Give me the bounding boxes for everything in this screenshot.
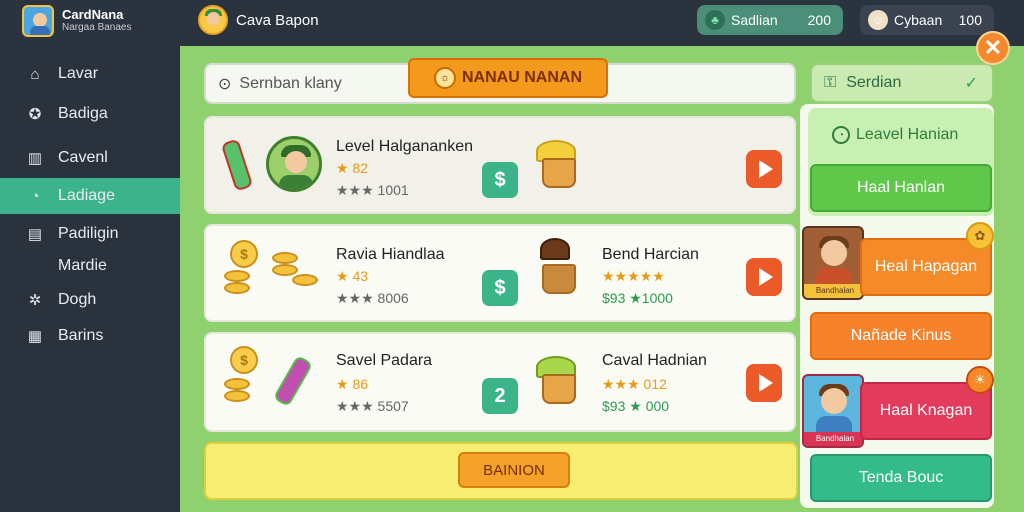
bucket-icon	[542, 374, 576, 404]
level-label: ◔ Leavel Hanian	[832, 126, 958, 144]
search-icon: ⊙	[218, 75, 232, 93]
item-rating-bottom: $93 ★ 000	[602, 398, 670, 414]
ribbon-title: NANAU NANAN	[462, 69, 582, 86]
card-caption: Bandhalan	[804, 284, 862, 298]
chat-icon: ◔	[30, 187, 40, 205]
sidebar-item-label: Padiligin	[58, 225, 119, 242]
book-icon: ▤	[27, 226, 43, 243]
sidebar-item-barins[interactable]: ▦ Barins	[0, 318, 180, 354]
coin-stack-icon	[272, 252, 298, 264]
sidebar-item-label: Badiga	[58, 105, 108, 122]
sidebar-item-label: Ladiage	[58, 187, 115, 204]
stat-value: 200	[807, 12, 831, 28]
panel-header[interactable]: ⚿ Serdian ✓	[810, 63, 994, 103]
potion-icon	[220, 138, 254, 192]
bucket-icon	[542, 264, 576, 294]
stat-label: Cybaan	[894, 12, 943, 28]
bars-icon: ▦	[27, 328, 43, 345]
character-card[interactable]: Bandhalan	[802, 226, 864, 300]
item-rating-bottom: ★★★ 8006	[336, 290, 409, 306]
face-icon: ☺	[868, 10, 888, 30]
close-icon[interactable]: ✕	[976, 31, 1010, 65]
app-logo	[22, 5, 54, 37]
currency-pill-1[interactable]: ♣ Sadlian 200	[697, 5, 843, 35]
sidebar-item-badiga[interactable]: ✪ Badiga	[0, 96, 180, 132]
panel-button-3[interactable]: Nañade Kinus	[810, 312, 992, 360]
sidebar-item-padiligin[interactable]: ▤ Padiligin	[0, 216, 180, 252]
item-title: Caval Hadnian	[602, 352, 707, 369]
search-placeholder: Sernban klany	[239, 74, 342, 92]
sidebar-item-label: Cavenl	[58, 149, 108, 166]
coin-stack-icon	[224, 270, 250, 282]
sidebar-item-ladiage[interactable]: ◔ Ladiage	[0, 178, 180, 214]
flame-badge-icon: ☀	[966, 366, 994, 394]
panel-button-5[interactable]: Tenda Bouc	[810, 454, 992, 502]
player-avatar[interactable]	[198, 5, 228, 35]
character-portrait	[266, 136, 322, 192]
coin-icon: $	[230, 240, 258, 268]
item-title: Ravia Hiandlaa	[336, 246, 445, 263]
badge-icon: ✪	[28, 106, 42, 123]
potion-icon	[272, 354, 314, 408]
item-rating-bottom: ★★★ 1001	[336, 182, 409, 198]
sidebar-item-label: Barins	[58, 327, 104, 344]
sidebar: ⌂ Lavar ✪ Badiga ▥ Cavenl ◔ Ladiage ▤ Pa…	[0, 46, 180, 512]
seed-icon	[540, 238, 570, 260]
stat-label: Sadlian	[731, 12, 778, 28]
character-card[interactable]: Bandhalan	[802, 374, 864, 448]
item-rating-top: ★ 86	[336, 376, 369, 392]
top-bar: CardNana Nargaa Banaes Cava Bapon ♣ Sadl…	[0, 0, 1024, 46]
currency-pill-2[interactable]: ☺ Cybaan 100	[860, 5, 994, 35]
item-rating-bottom: $93 ★1000	[602, 290, 673, 306]
player-name: Cava Bapon	[236, 12, 319, 29]
item-rating-top: ★★★ 012	[602, 376, 667, 392]
check-icon: ✓	[964, 75, 978, 92]
shop-icon: ⌂	[30, 65, 40, 83]
lock-icon: ⚿	[824, 74, 837, 91]
stat-value: 100	[958, 12, 982, 28]
sidebar-item-label: Mardie	[58, 257, 107, 274]
item-rating-top: ★★★★★	[602, 268, 665, 284]
chart-icon: ▥	[27, 150, 43, 167]
item-rating-top: ★ 82	[336, 160, 369, 176]
play-button[interactable]	[746, 258, 782, 296]
coin-icon: $	[230, 346, 258, 374]
list-item[interactable]: $ Ravia Hiandlaa ★ 43 ★★★ 8006 $ Bend Ha…	[204, 224, 796, 322]
claim-button[interactable]: BAINION	[458, 452, 570, 488]
gear-icon: ✲	[28, 292, 42, 309]
app-subtitle: Nargaa Banaes	[62, 22, 132, 33]
buy-button[interactable]: 2	[482, 378, 518, 414]
card-caption: Bandhalan	[804, 432, 862, 446]
item-title: Bend Harcian	[602, 246, 699, 263]
title-ribbon: ☼ NANAU NANAN	[408, 58, 608, 98]
panel-header-label: Serdian	[846, 74, 902, 91]
sidebar-item-dogh[interactable]: ✲ Dogh	[0, 282, 180, 318]
item-rating-top: ★ 43	[336, 268, 369, 284]
play-button[interactable]	[746, 364, 782, 402]
buy-button[interactable]: $	[482, 270, 518, 306]
app-title: CardNana	[62, 7, 124, 22]
sidebar-item-label: Dogh	[58, 291, 97, 308]
item-title: Level Halgananken	[336, 138, 473, 155]
leaf-badge-icon: ✿	[966, 222, 994, 250]
item-title: Savel Padara	[336, 352, 433, 369]
claim-bar: BAINION	[204, 442, 798, 500]
sidebar-item-cavenl[interactable]: ▥ Cavenl	[0, 140, 180, 176]
clock-icon: ◔	[832, 126, 850, 144]
coin-stack-icon	[224, 378, 250, 390]
bucket-icon	[542, 158, 576, 188]
list-item[interactable]: $ Savel Padara ★ 86 ★★★ 5507 2 Caval Had…	[204, 332, 796, 432]
panel-button-1[interactable]: Haal Hanlan	[810, 164, 992, 212]
play-button[interactable]	[746, 150, 782, 188]
main-content: ⊙ Sernban klany ☼ NANAU NANAN Level Halg…	[180, 46, 1024, 512]
buy-button[interactable]: $	[482, 162, 518, 198]
sidebar-item-mardie[interactable]: Mardie	[0, 248, 180, 284]
list-item[interactable]: Level Halgananken ★ 82 ★★★ 1001 $	[204, 116, 796, 214]
clover-icon: ♣	[705, 10, 725, 30]
sidebar-item-label: Lavar	[58, 65, 99, 82]
item-rating-bottom: ★★★ 5507	[336, 398, 409, 414]
medal-icon: ☼	[434, 67, 456, 89]
sidebar-item-lavar[interactable]: ⌂ Lavar	[0, 56, 180, 92]
